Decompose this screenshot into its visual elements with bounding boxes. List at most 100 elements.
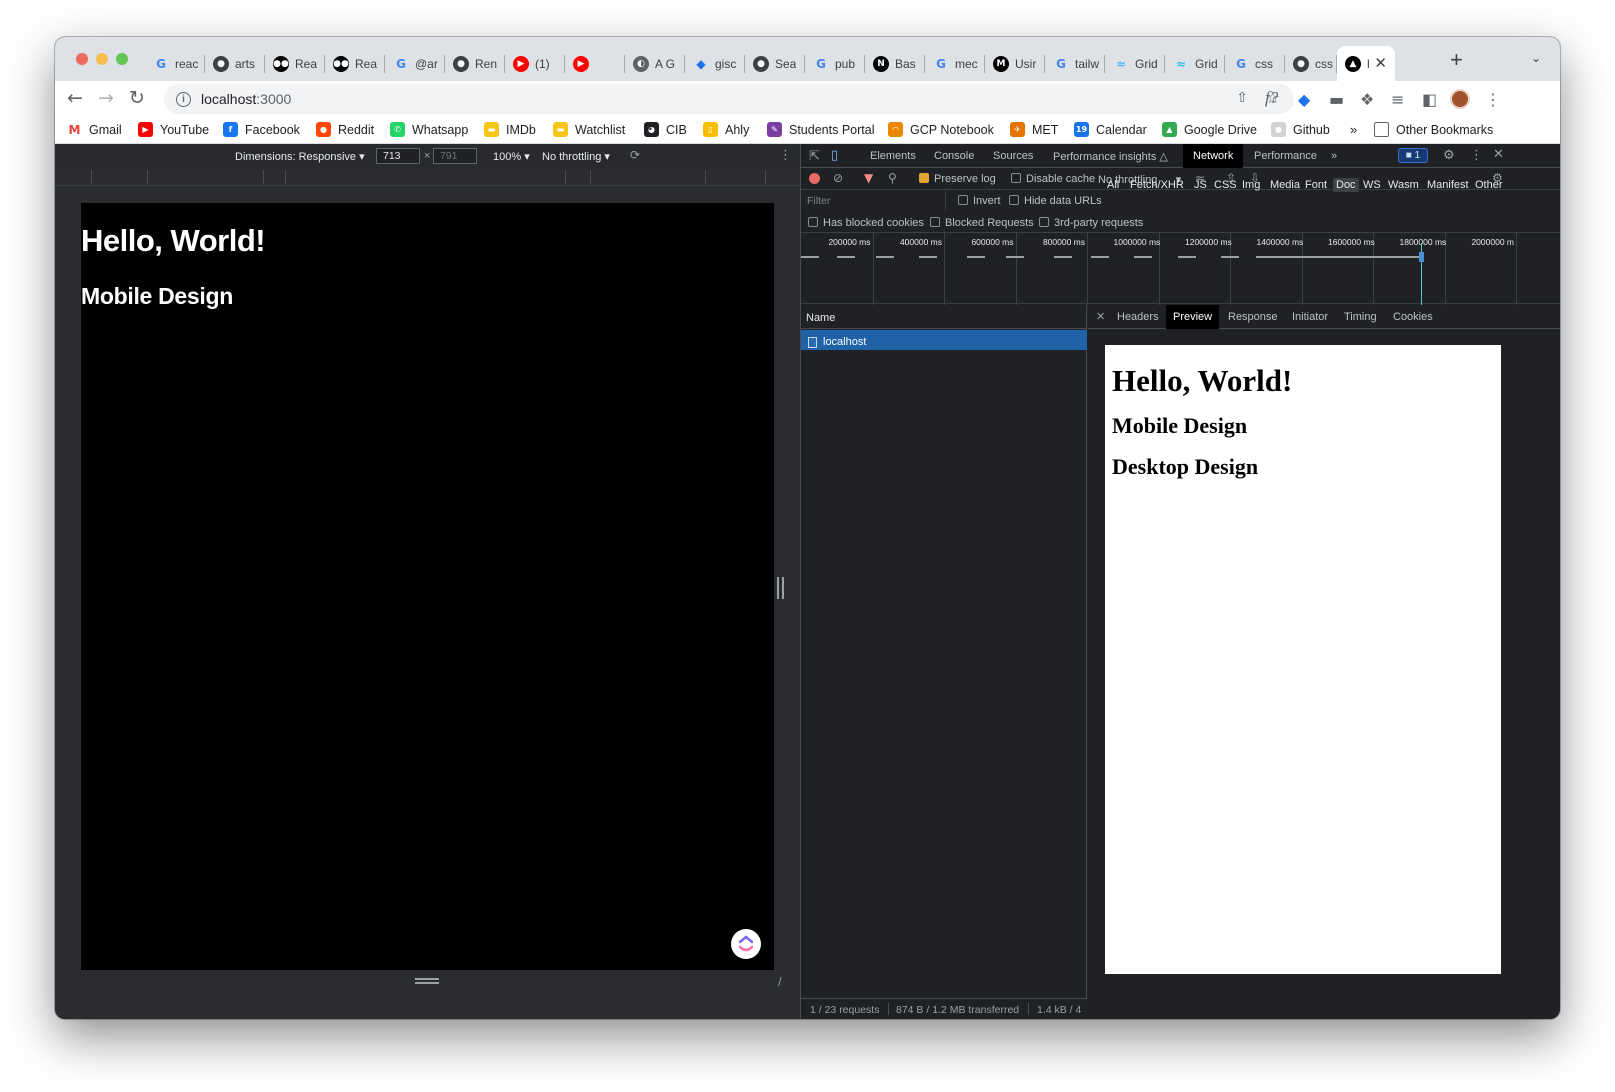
filter-funnel-icon[interactable]: ▼ <box>864 171 873 185</box>
preserve-log-checkbox[interactable]: Preserve log <box>919 173 996 185</box>
site-info-icon[interactable]: i <box>176 91 191 107</box>
tab-elements[interactable]: Elements <box>870 150 916 162</box>
bookmark-facebook[interactable]: f Facebook <box>223 122 300 137</box>
device-more-icon[interactable]: ⋮ <box>779 148 792 163</box>
filter-type-img[interactable]: Img <box>1242 179 1260 191</box>
filter-type-media[interactable]: Media <box>1270 179 1300 191</box>
bookmark-calendar[interactable]: 19 Calendar <box>1074 122 1147 137</box>
tab-2[interactable]: ●● Rea <box>265 46 325 81</box>
viewport-resize-handle-right[interactable] <box>777 577 784 599</box>
tab-response[interactable]: Response <box>1228 311 1278 323</box>
filter-type-manifest[interactable]: Manifest <box>1427 179 1469 191</box>
tab-6[interactable]: ▶ (1) <box>505 46 565 81</box>
tab-10[interactable]: ● Sea <box>745 46 805 81</box>
new-tab-button[interactable]: + <box>1450 47 1463 73</box>
rotate-icon[interactable]: ⟳ <box>630 148 640 162</box>
share-icon[interactable]: ⇧ <box>1236 90 1248 106</box>
bookmark-github[interactable]: ● Github <box>1271 122 1330 137</box>
hide-data-urls-checkbox[interactable]: Hide data URLs <box>1009 195 1102 207</box>
bookmark-google-drive[interactable]: ▲ Google Drive <box>1162 122 1257 137</box>
invert-checkbox[interactable]: Invert <box>958 195 1001 207</box>
media-query-ruler[interactable] <box>55 168 800 186</box>
side-panel-icon[interactable]: ◧ <box>1422 90 1437 109</box>
search-icon[interactable]: ⚲ <box>888 171 897 185</box>
dimensions-dropdown[interactable]: Dimensions: Responsive ▾ <box>235 150 365 163</box>
throttling-dropdown[interactable]: No throttling ▾ <box>542 150 610 163</box>
viewport-resize-handle-bottom[interactable] <box>415 978 439 984</box>
filter-type-js[interactable]: JS <box>1194 179 1207 191</box>
table-row[interactable]: localhost <box>801 330 1087 350</box>
browser-menu-icon[interactable]: ⋮ <box>1485 90 1501 109</box>
tab-preview[interactable]: Preview <box>1166 305 1220 329</box>
close-devtools-icon[interactable]: ✕ <box>1493 147 1504 162</box>
filter-input[interactable]: Filter <box>801 191 946 211</box>
name-column-header[interactable]: Name <box>801 305 1087 329</box>
viewport-resize-corner[interactable]: ∕ <box>778 975 782 988</box>
tab-15[interactable]: Gtailw <box>1045 46 1105 81</box>
device-viewport[interactable]: Hello, World! Mobile Design <box>81 203 774 970</box>
reading-list-icon[interactable]: ≡ <box>1391 90 1404 109</box>
bookmarks-overflow-button[interactable]: » <box>1350 122 1357 137</box>
tab-initiator[interactable]: Initiator <box>1292 311 1328 323</box>
third-party-checkbox[interactable]: 3rd-party requests <box>1039 217 1143 229</box>
device-toggle-icon[interactable]: ▯ <box>831 148 838 163</box>
tab-11[interactable]: Gpub <box>805 46 865 81</box>
tab-17[interactable]: ≈ Grid <box>1165 46 1225 81</box>
bookmark-gmail[interactable]: M Gmail <box>67 122 122 137</box>
tab-13[interactable]: Gmec <box>925 46 985 81</box>
filter-type-wasm[interactable]: Wasm <box>1388 179 1419 191</box>
devtools-menu-icon[interactable]: ⋮ <box>1470 148 1483 163</box>
more-tabs-icon[interactable]: » <box>1331 150 1337 162</box>
bookmark-met[interactable]: ✈ MET <box>1010 122 1058 137</box>
tab-14[interactable]: M Usir <box>985 46 1045 81</box>
bookmark-youtube[interactable]: ▶ YouTube <box>138 122 209 137</box>
other-bookmarks-folder[interactable]: Other Bookmarks <box>1374 122 1493 137</box>
forward-button[interactable]: → <box>98 87 114 109</box>
address-bar[interactable]: i localhost:3000 ⇧ ☆ <box>164 84 1294 114</box>
network-overview-timeline[interactable]: 200000 ms 400000 ms 600000 ms 800000 ms 1000… <box>801 232 1560 305</box>
viewport-width-input[interactable]: 713 <box>376 148 420 164</box>
bookmark-gcp-notebook[interactable]: ◠ GCP Notebook <box>888 122 994 137</box>
issues-badge[interactable]: ■ 1 <box>1398 148 1428 163</box>
tab-performance[interactable]: Performance <box>1254 150 1317 162</box>
incognito-extension-icon[interactable]: ▬ <box>1329 90 1344 109</box>
extensions-puzzle-icon[interactable]: ❖ <box>1360 90 1374 109</box>
tab-performance-insights[interactable]: Performance insights △ <box>1053 150 1168 163</box>
filter-type-ws[interactable]: WS <box>1363 179 1381 191</box>
minimize-window-button[interactable] <box>96 53 108 65</box>
tab-5[interactable]: ● Ren <box>445 46 505 81</box>
zoom-dropdown[interactable]: 100% ▾ <box>493 150 530 163</box>
filter-type-font[interactable]: Font <box>1305 179 1327 191</box>
viewport-height-input[interactable]: 791 <box>433 148 477 164</box>
tab-cookies[interactable]: Cookies <box>1393 311 1433 323</box>
tab-0[interactable]: Greac <box>145 46 205 81</box>
filter-type-doc[interactable]: Doc <box>1333 178 1359 192</box>
maximize-window-button[interactable] <box>116 53 128 65</box>
blocked-requests-checkbox[interactable]: Blocked Requests <box>930 217 1034 229</box>
bookmark-students-portal[interactable]: ✎ Students Portal <box>767 122 874 137</box>
tab-9[interactable]: ◆ gisc <box>685 46 745 81</box>
filter-type-all[interactable]: All <box>1107 179 1119 191</box>
close-detail-icon[interactable]: ✕ <box>1096 310 1105 323</box>
tab-4[interactable]: G @ar <box>385 46 445 81</box>
inspect-element-icon[interactable]: ⇱ <box>809 149 820 164</box>
formula-extension-icon[interactable]: f? <box>1265 88 1278 108</box>
reload-button[interactable]: ↻ <box>129 87 145 109</box>
tab-3[interactable]: ●● Rea <box>325 46 385 81</box>
translate-extension-icon[interactable]: ◆ <box>1298 90 1310 109</box>
bookmark-cib[interactable]: ◕ CIB <box>644 122 687 137</box>
tab-12[interactable]: N Bas <box>865 46 925 81</box>
tab-network[interactable]: Network <box>1183 144 1244 168</box>
tab-7[interactable]: ▶ <box>565 46 625 81</box>
filter-type-css[interactable]: CSS <box>1214 179 1237 191</box>
back-button[interactable]: ← <box>67 87 83 109</box>
bookmark-reddit[interactable]: ● Reddit <box>316 122 374 137</box>
bookmark-watchlist[interactable]: ▬ Watchlist <box>553 122 625 137</box>
bookmark-ahly[interactable]: ▯ Ahly <box>703 122 749 137</box>
tab-timing[interactable]: Timing <box>1344 311 1377 323</box>
tab-19[interactable]: ● css <box>1285 46 1337 81</box>
tab-1[interactable]: ● arts <box>205 46 265 81</box>
tab-headers[interactable]: Headers <box>1117 311 1159 323</box>
filter-type-other[interactable]: Other <box>1475 179 1503 191</box>
filter-type-fetchxhr[interactable]: Fetch/XHR <box>1130 179 1184 191</box>
